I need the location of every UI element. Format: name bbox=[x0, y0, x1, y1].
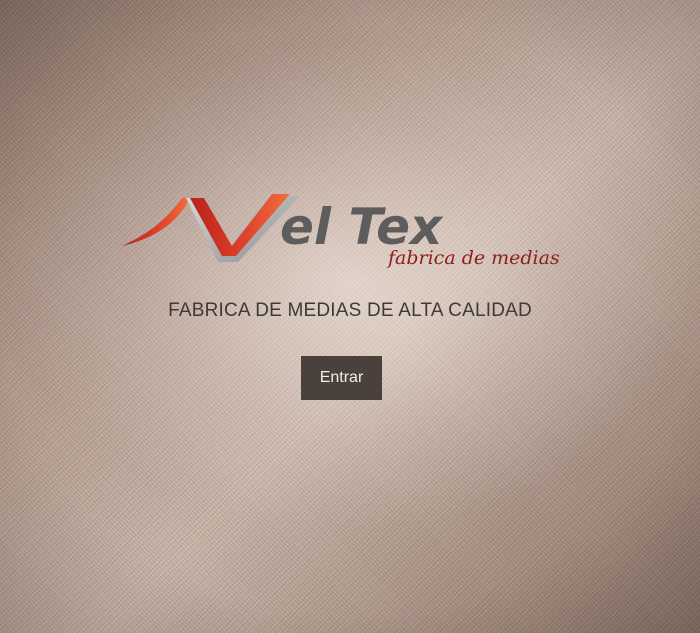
company-logo: el Tex fabrica de medias bbox=[120, 188, 560, 273]
page-tagline: FABRICA DE MEDIAS DE ALTA CALIDAD bbox=[168, 300, 532, 321]
logo-mark-icon: el Tex fabrica de medias bbox=[122, 194, 560, 269]
logo-subtitle-text: fabrica de medias bbox=[386, 247, 560, 269]
enter-button[interactable]: Entrar bbox=[301, 356, 382, 400]
